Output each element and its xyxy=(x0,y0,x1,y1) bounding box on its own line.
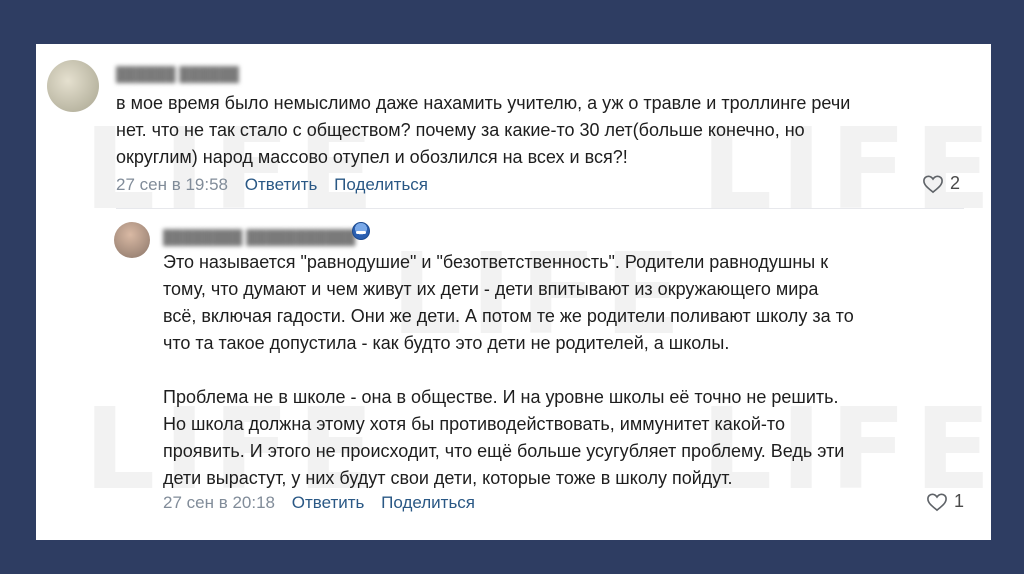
like-button[interactable]: 2 xyxy=(922,173,960,194)
comment-reply: ████████ ███████████ Это называется "рав… xyxy=(36,208,991,538)
avatar[interactable] xyxy=(114,222,150,258)
comment-text: в мое время было немыслимо даже нахамить… xyxy=(116,93,851,167)
share-button[interactable]: Поделиться xyxy=(334,175,428,194)
comment: ██████ ██████ в мое время было немыслимо… xyxy=(36,44,991,204)
comment-meta: 27 сен в 20:18 Ответить Поделиться xyxy=(163,493,475,513)
comment-text: Это называется "равнодушие" и "безответс… xyxy=(163,252,854,488)
hero-badge-icon xyxy=(352,222,370,240)
comments-card: LIFE LIFE LIFE LIFE LIFE ██████ ██████ в… xyxy=(36,44,991,540)
author-name[interactable]: ██████ ██████ xyxy=(116,66,239,82)
like-button[interactable]: 1 xyxy=(926,491,964,512)
avatar[interactable] xyxy=(47,60,99,112)
heart-icon xyxy=(927,492,947,511)
author-name[interactable]: ████████ ███████████ xyxy=(163,229,355,245)
comment-date[interactable]: 27 сен в 20:18 xyxy=(163,493,275,512)
share-button[interactable]: Поделиться xyxy=(381,493,475,512)
reply-button[interactable]: Ответить xyxy=(245,175,318,194)
heart-icon xyxy=(923,174,943,193)
like-count: 1 xyxy=(954,491,965,511)
reply-button[interactable]: Ответить xyxy=(292,493,365,512)
like-count: 2 xyxy=(950,173,961,193)
comment-date[interactable]: 27 сен в 19:58 xyxy=(116,175,228,194)
comment-meta: 27 сен в 19:58 Ответить Поделиться xyxy=(116,175,428,195)
